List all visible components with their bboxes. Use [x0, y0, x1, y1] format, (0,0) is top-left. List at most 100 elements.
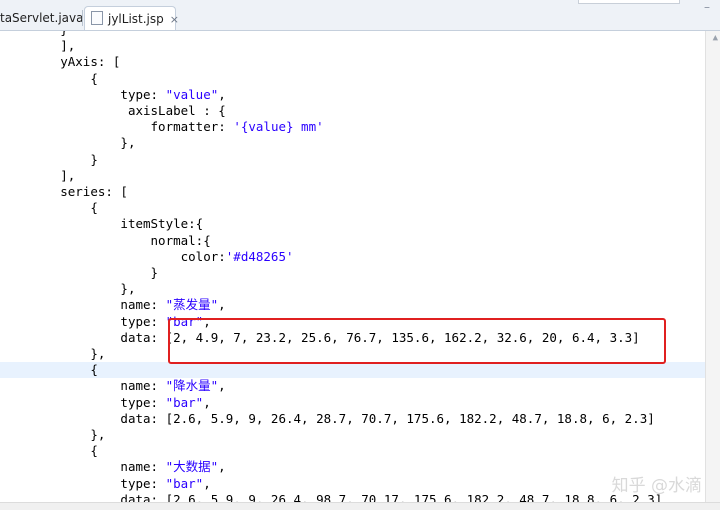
- tab-label: taServlet.java: [0, 11, 84, 25]
- code-line[interactable]: ],: [0, 38, 706, 54]
- string-literal: "value": [165, 86, 219, 102]
- code-line[interactable]: },: [0, 281, 706, 297]
- code-line[interactable]: }: [0, 31, 706, 38]
- code-token: ],: [60, 38, 76, 54]
- code-token: }: [150, 265, 159, 280]
- code-token: ,: [203, 394, 211, 410]
- code-line[interactable]: },: [0, 135, 706, 151]
- code-token: color:: [180, 248, 226, 264]
- close-tab-icon[interactable]: ×: [170, 13, 179, 26]
- code-token: name:: [120, 297, 166, 313]
- code-token: normal:{: [150, 232, 211, 248]
- code-line[interactable]: normal:{: [0, 233, 706, 249]
- code-token: {: [90, 70, 98, 86]
- string-literal: "降水量": [165, 378, 219, 394]
- string-literal: '#d48265': [225, 248, 294, 264]
- code-editor[interactable]: } ], yAxis: [ { type: "value", axisLabel…: [0, 31, 706, 503]
- tab-label: jylList.jsp: [108, 12, 164, 26]
- tab-servlet-java[interactable]: taServlet.java: [0, 6, 83, 30]
- code-line[interactable]: type: "bar",: [0, 395, 706, 411]
- code-token: type:: [120, 86, 166, 102]
- string-literal: '{value} mm': [233, 119, 324, 135]
- string-literal: "蒸发量": [165, 297, 219, 313]
- code-line[interactable]: },: [0, 427, 706, 443]
- code-line[interactable]: type: "bar",: [0, 476, 706, 492]
- code-line[interactable]: {: [0, 200, 706, 216]
- toolbar-edge: [578, 0, 680, 4]
- code-token: ,: [218, 297, 226, 313]
- code-token: axisLabel : {: [127, 103, 226, 118]
- code-line[interactable]: name: "蒸发量",: [0, 297, 706, 313]
- code-line[interactable]: {: [0, 362, 706, 379]
- minimize-icon[interactable]: –: [704, 0, 710, 14]
- code-token: yAxis: [: [60, 54, 121, 70]
- code-line[interactable]: formatter: '{value} mm': [0, 119, 706, 135]
- code-token: {: [90, 200, 98, 216]
- code-line[interactable]: color:'#d48265': [0, 249, 706, 265]
- code-token: ],: [60, 167, 76, 183]
- code-token: ,: [218, 378, 226, 394]
- code-token: formatter:: [150, 119, 234, 135]
- code-token: },: [120, 281, 136, 297]
- code-token: name:: [120, 459, 166, 475]
- code-line[interactable]: name: "大数据",: [0, 459, 706, 475]
- code-token: ,: [218, 459, 226, 475]
- code-token: }: [60, 31, 68, 37]
- code-line[interactable]: type: "value",: [0, 87, 706, 103]
- string-literal: "bar": [165, 475, 204, 491]
- code-token: {: [90, 362, 98, 378]
- code-token: type:: [120, 394, 166, 410]
- scroll-up-icon[interactable]: ▲: [713, 33, 718, 43]
- code-line[interactable]: }: [0, 152, 706, 168]
- code-token: type:: [120, 475, 166, 491]
- code-token: ,: [203, 475, 211, 491]
- horizontal-scrollbar[interactable]: [0, 502, 720, 510]
- code-token: name:: [120, 378, 166, 394]
- code-token: series: [: [60, 184, 128, 199]
- code-line[interactable]: {: [0, 443, 706, 459]
- code-line[interactable]: name: "降水量",: [0, 378, 706, 394]
- code-line[interactable]: }: [0, 265, 706, 281]
- string-literal: "大数据": [165, 459, 219, 475]
- code-line[interactable]: data: [2.6, 5.9, 9, 26.4, 28.7, 70.7, 17…: [0, 411, 706, 427]
- watermark: 知乎 @水滴: [611, 476, 702, 496]
- vertical-scrollbar[interactable]: ▲: [705, 31, 720, 503]
- code-line[interactable]: axisLabel : {: [0, 103, 706, 119]
- tab-jyllist-jsp[interactable]: jylList.jsp ×: [84, 6, 179, 30]
- code-token: ,: [218, 86, 226, 102]
- code-line[interactable]: ],: [0, 168, 706, 184]
- code-line[interactable]: yAxis: [: [0, 54, 706, 70]
- code-line[interactable]: series: [: [0, 184, 706, 200]
- code-token: },: [90, 427, 106, 442]
- code-token: },: [120, 135, 136, 151]
- jsp-file-icon: [91, 11, 103, 25]
- tab-separator: [82, 10, 83, 26]
- code-line[interactable]: itemStyle:{: [0, 216, 706, 232]
- code-line[interactable]: {: [0, 71, 706, 87]
